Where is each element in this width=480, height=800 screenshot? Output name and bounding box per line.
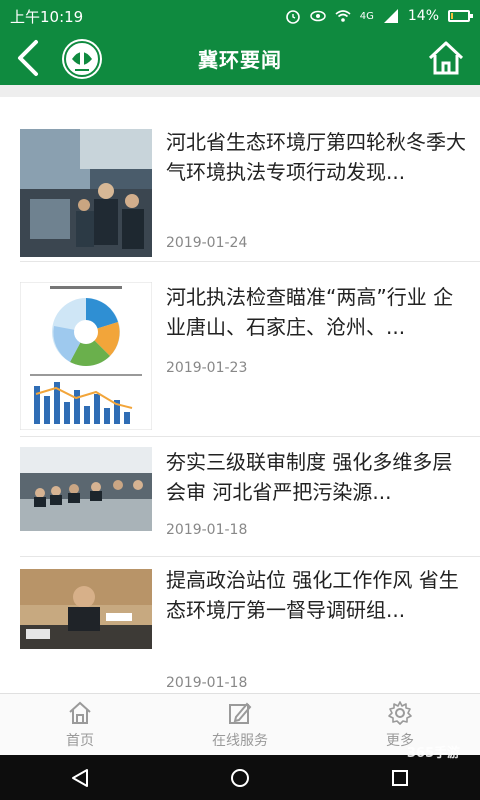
news-thumbnail [20, 569, 152, 649]
signal-icon [383, 9, 398, 23]
news-title[interactable]: 河北省生态环境厅第四轮秋冬季大气环境执法专项行动发现... [166, 127, 466, 187]
news-thumbnail [20, 282, 152, 430]
news-item[interactable]: 提高政治站位 强化工作作风 省生态环境厅第一督导调研组... 2019-01-1… [0, 557, 480, 693]
news-thumbnail [20, 129, 152, 257]
app-header: 冀环要闻 [0, 32, 480, 85]
edit-icon [229, 702, 252, 724]
news-item[interactable]: 河北省生态环境厅第四轮秋冬季大气环境执法专项行动发现... 2019-01-24 [0, 97, 480, 262]
news-title[interactable]: 夯实三级联审制度 强化多维多层会审 河北省严把污染源... [166, 447, 466, 507]
header-spacer [0, 85, 480, 97]
status-icons: 4G 14% [285, 8, 473, 24]
news-date: 2019-01-18 [166, 675, 248, 691]
news-item[interactable]: 夯实三级联审制度 强化多维多层会审 河北省严把污染源... 2019-01-18 [0, 437, 480, 557]
news-date: 2019-01-24 [166, 235, 248, 251]
tab-label: 在线服务 [212, 732, 268, 749]
news-title[interactable]: 提高政治站位 强化工作作风 省生态环境厅第一督导调研组... [166, 565, 466, 625]
eye-icon [310, 10, 326, 22]
battery-icon [448, 10, 473, 22]
home-icon [69, 701, 91, 724]
home-button-icon[interactable] [426, 38, 466, 78]
watermark-text: 365手游 [406, 746, 460, 761]
wifi-icon [335, 10, 351, 22]
system-nav-bar [0, 755, 480, 800]
tab-online-service[interactable]: 在线服务 [160, 694, 320, 755]
news-date: 2019-01-18 [166, 522, 248, 538]
status-time: 上午10:19 [10, 7, 84, 26]
nav-recents-icon[interactable] [389, 767, 411, 789]
news-list: 河北省生态环境厅第四轮秋冬季大气环境执法专项行动发现... 2019-01-24 [0, 97, 480, 693]
alarm-icon [285, 10, 300, 24]
nav-home-icon[interactable] [229, 767, 251, 789]
tab-label: 首页 [66, 732, 94, 749]
status-bar: 上午10:19 4G 14% [0, 0, 480, 32]
nav-back-icon[interactable] [69, 767, 91, 789]
tab-home[interactable]: 首页 [0, 694, 160, 755]
news-date: 2019-01-23 [166, 360, 248, 376]
network-type-label: 4G [359, 10, 374, 22]
gear-icon [388, 700, 412, 725]
news-title[interactable]: 河北执法检查瞄准“两高”行业 企业唐山、石家庄、沧州、... [166, 282, 466, 342]
news-thumbnail [20, 447, 152, 531]
news-item[interactable]: 河北执法检查瞄准“两高”行业 企业唐山、石家庄、沧州、... 2019-01-2… [0, 262, 480, 437]
back-arrow-icon[interactable] [12, 38, 46, 78]
battery-percent: 14% [407, 8, 439, 24]
mee-logo-icon [62, 39, 102, 79]
